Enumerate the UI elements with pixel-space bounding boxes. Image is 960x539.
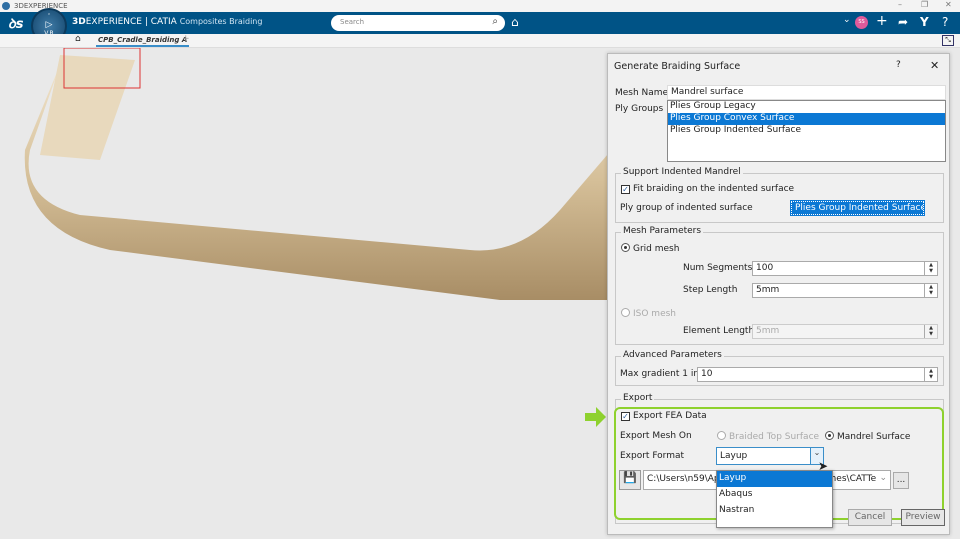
- num-segments-input[interactable]: 100 ▲ ▼: [752, 261, 938, 276]
- share-icon[interactable]: ➦: [898, 15, 908, 29]
- fit-braiding-checkbox[interactable]: ✓ Fit braiding on the indented surface: [621, 184, 794, 194]
- os-titlebar: 3DEXPERIENCE – ❐ ✕: [0, 0, 960, 12]
- maximize-button[interactable]: ❐: [921, 0, 928, 9]
- checkbox-checked-icon: ✓: [621, 412, 630, 421]
- home-icon[interactable]: ⌂: [75, 34, 81, 44]
- mesh-name-input[interactable]: Mandrel surface: [667, 85, 946, 100]
- ply-groups-label: Ply Groups: [615, 104, 664, 114]
- list-item[interactable]: Plies Group Convex Surface: [668, 113, 945, 125]
- group-title: Export: [621, 393, 655, 403]
- top-bar: ꝺs 3DEXPERIENCE | CATIA Composites Braid…: [0, 12, 960, 34]
- app-brand: 3DEXPERIENCE | CATIA Composites Braiding: [72, 17, 263, 27]
- cancel-button[interactable]: Cancel: [848, 509, 892, 526]
- spinner-icon: ▲ ▼: [924, 262, 937, 275]
- list-item[interactable]: Plies Group Indented Surface: [668, 125, 945, 137]
- grid-mesh-radio[interactable]: Grid mesh: [621, 243, 679, 254]
- preview-button[interactable]: Preview: [901, 509, 945, 526]
- spinner-icon: ▲ ▼: [924, 325, 937, 338]
- group-title: Support Indented Mandrel: [621, 167, 743, 177]
- dropdown-option[interactable]: Nastran: [717, 503, 832, 519]
- minimize-button[interactable]: –: [898, 0, 902, 9]
- spinner-icon: ▲ ▼: [924, 368, 937, 381]
- ply-groups-list[interactable]: Plies Group Legacy Plies Group Convex Su…: [667, 100, 946, 162]
- add-tab-button[interactable]: +: [182, 34, 190, 44]
- ply-indented-label: Ply group of indented surface: [620, 203, 753, 213]
- export-mesh-on-label: Export Mesh On: [620, 431, 692, 441]
- app-logo-icon: [2, 2, 10, 10]
- group-title: Advanced Parameters: [621, 350, 724, 360]
- close-dialog-button[interactable]: ✕: [930, 59, 939, 72]
- advanced-parameters-group: Advanced Parameters Max gradient 1 in 10…: [615, 350, 944, 386]
- chevron-down-icon[interactable]: ⌄: [843, 15, 851, 25]
- braided-top-radio[interactable]: Braided Top Surface: [717, 431, 819, 442]
- tag-icon[interactable]: ⌂: [511, 15, 519, 29]
- tab-cpb-cradle[interactable]: CPB_Cradle_Braiding A: [96, 36, 190, 47]
- generate-braiding-surface-dialog: Generate Braiding Surface ? ✕ Mesh Name …: [607, 53, 950, 535]
- max-gradient-label: Max gradient 1 in: [620, 369, 700, 379]
- step-length-label: Step Length: [683, 285, 738, 295]
- element-length-label: Element Length: [683, 326, 755, 336]
- export-format-label: Export Format: [620, 451, 685, 461]
- close-window-button[interactable]: ✕: [945, 0, 952, 9]
- fullscreen-icon[interactable]: ⤡: [942, 35, 954, 46]
- browse-button[interactable]: ...: [893, 472, 909, 489]
- help-icon[interactable]: ?: [942, 15, 948, 29]
- ply-indented-field[interactable]: Plies Group Indented Surface: [790, 200, 925, 216]
- num-segments-label: Num Segments: [683, 263, 753, 273]
- element-length-input[interactable]: 5mm ▲ ▼: [752, 324, 938, 339]
- mesh-name-label: Mesh Name: [615, 88, 669, 98]
- user-avatar[interactable]: SS: [855, 16, 868, 29]
- spinner-icon: ▲ ▼: [924, 284, 937, 297]
- tools-icon[interactable]: Y: [920, 15, 929, 29]
- group-title: Mesh Parameters: [621, 226, 704, 236]
- checkbox-checked-icon: ✓: [621, 185, 630, 194]
- iso-mesh-radio[interactable]: ISO mesh: [621, 308, 676, 319]
- save-icon[interactable]: 💾: [619, 470, 641, 490]
- dropdown-option[interactable]: Layup: [717, 471, 832, 487]
- help-button[interactable]: ?: [896, 60, 901, 70]
- search-icon[interactable]: ⌕: [492, 16, 498, 27]
- mesh-parameters-group: Mesh Parameters Grid mesh Num Segments 1…: [615, 226, 944, 345]
- arrow-pointer-icon: [585, 407, 606, 427]
- export-fea-checkbox[interactable]: ✓ Export FEA Data: [621, 411, 707, 421]
- max-gradient-input[interactable]: 10 ▲ ▼: [697, 367, 938, 382]
- plus-icon[interactable]: +: [876, 13, 888, 29]
- mandrel-surface-radio[interactable]: Mandrel Surface: [825, 431, 910, 442]
- list-item[interactable]: Plies Group Legacy: [668, 101, 945, 113]
- export-format-select[interactable]: Layup: [716, 447, 823, 465]
- export-format-dropdown[interactable]: Layup Abaqus Nastran: [716, 470, 833, 528]
- ds-logo-icon[interactable]: ꝺs: [8, 14, 24, 32]
- dropdown-option[interactable]: Abaqus: [717, 487, 832, 503]
- step-length-input[interactable]: 5mm ▲ ▼: [752, 283, 938, 298]
- dialog-title: Generate Braiding Surface: [614, 61, 741, 72]
- support-indented-group: Support Indented Mandrel ✓ Fit braiding o…: [615, 167, 944, 223]
- tab-bar: ⌂ CPB_Cradle_Braiding A + ⤡: [0, 34, 960, 48]
- mandrel-top-arm: [40, 55, 135, 160]
- search-input[interactable]: Search ⌕: [331, 15, 505, 31]
